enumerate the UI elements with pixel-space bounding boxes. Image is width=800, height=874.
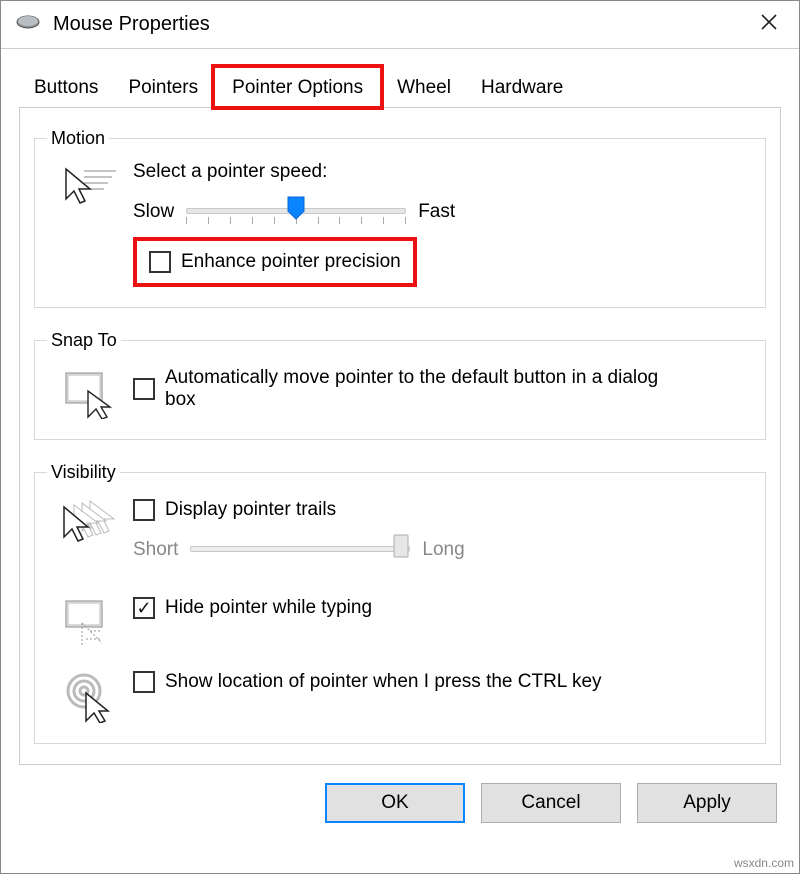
ctrl-locate-checkbox[interactable]: [133, 671, 155, 693]
hide-typing-icon: [47, 593, 133, 649]
enhance-precision-checkbox[interactable]: [149, 251, 171, 273]
group-motion-legend: Motion: [47, 128, 109, 149]
group-snap-to: Snap To Automatically move pointer to th…: [34, 330, 766, 440]
tab-pointer-options[interactable]: Pointer Options: [213, 66, 382, 108]
tab-wheel[interactable]: Wheel: [382, 66, 466, 108]
group-snap-to-legend: Snap To: [47, 330, 121, 351]
close-button[interactable]: [749, 12, 789, 38]
snap-to-icon: [47, 363, 133, 419]
window-title: Mouse Properties: [53, 13, 749, 36]
tab-buttons[interactable]: Buttons: [19, 66, 113, 108]
trails-row[interactable]: Display pointer trails: [133, 495, 753, 525]
group-visibility: Visibility Display poin: [34, 462, 766, 744]
title-bar: Mouse Properties: [1, 1, 799, 49]
snap-to-checkbox[interactable]: [133, 378, 155, 400]
trails-short-label: Short: [133, 539, 178, 561]
snap-to-row[interactable]: Automatically move pointer to the defaul…: [133, 363, 753, 415]
ctrl-locate-icon: [47, 667, 133, 723]
cancel-button[interactable]: Cancel: [481, 783, 621, 823]
speed-fast-label: Fast: [418, 201, 455, 223]
trails-label: Display pointer trails: [165, 499, 336, 521]
hide-typing-label: Hide pointer while typing: [165, 597, 372, 619]
dialog-footer: OK Cancel Apply: [1, 765, 799, 843]
hide-typing-row[interactable]: Hide pointer while typing: [133, 593, 753, 623]
ok-button[interactable]: OK: [325, 783, 465, 823]
tab-pointers[interactable]: Pointers: [113, 66, 213, 108]
tab-body: Motion Select a pointer speed:: [19, 107, 781, 765]
trails-slider: [190, 535, 410, 565]
ctrl-locate-label: Show location of pointer when I press th…: [165, 671, 602, 693]
group-motion: Motion Select a pointer speed:: [34, 128, 766, 308]
motion-cursor-icon: [47, 161, 133, 209]
trails-long-label: Long: [422, 539, 464, 561]
trails-icon: [47, 495, 133, 547]
enhance-precision-label: Enhance pointer precision: [181, 251, 401, 273]
speed-slow-label: Slow: [133, 201, 174, 223]
enhance-precision-row[interactable]: Enhance pointer precision: [133, 237, 417, 287]
pointer-speed-slider[interactable]: [186, 197, 406, 227]
hide-typing-checkbox[interactable]: [133, 597, 155, 619]
group-visibility-legend: Visibility: [47, 462, 120, 483]
mouse-icon: [15, 13, 41, 37]
snap-to-label: Automatically move pointer to the defaul…: [165, 367, 685, 411]
pointer-speed-label: Select a pointer speed:: [133, 161, 753, 183]
apply-button[interactable]: Apply: [637, 783, 777, 823]
ctrl-locate-row[interactable]: Show location of pointer when I press th…: [133, 667, 753, 697]
watermark: wsxdn.com: [734, 856, 794, 870]
tab-strip: Buttons Pointers Pointer Options Wheel H…: [19, 61, 781, 107]
tab-hardware[interactable]: Hardware: [466, 66, 578, 108]
trails-checkbox[interactable]: [133, 499, 155, 521]
